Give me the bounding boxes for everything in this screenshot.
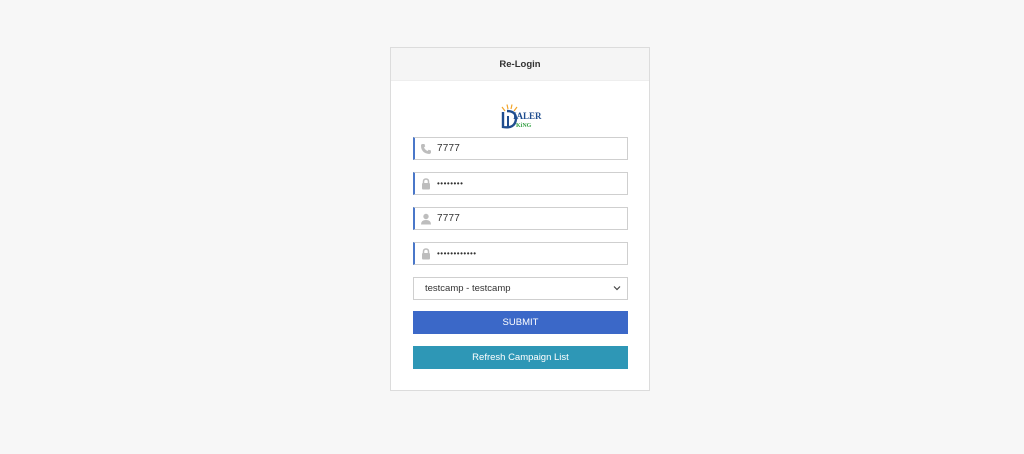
phone-password-value: •••••••• [437, 179, 464, 188]
dialer-king-logo: IALER KiNG [501, 104, 542, 129]
logo-text-sub: KiNG [516, 123, 532, 129]
phone-field[interactable]: 7777 [413, 137, 628, 160]
refresh-campaign-list-button[interactable]: Refresh Campaign List [413, 346, 628, 369]
campaign-select[interactable]: testcamp - testcamp [413, 277, 628, 300]
phone-icon [415, 138, 437, 159]
phone-password-field[interactable]: •••••••• [413, 172, 628, 195]
submit-button-label: SUBMIT [502, 317, 539, 328]
logo-text-main: IALER [513, 111, 542, 121]
page-title: Re-Login [499, 58, 541, 70]
phone-value: 7777 [437, 143, 461, 154]
submit-button[interactable]: SUBMIT [413, 311, 628, 334]
lock-icon [415, 173, 437, 194]
chevron-down-icon [613, 283, 621, 294]
card-header: Re-Login [391, 48, 649, 81]
campaign-select-value: testcamp - testcamp [425, 283, 511, 294]
user-password-field[interactable]: •••••••••••• [413, 242, 628, 265]
user-icon [415, 208, 437, 229]
user-field[interactable]: 7777 [413, 207, 628, 230]
lock-icon [415, 243, 437, 264]
user-password-value: •••••••••••• [437, 249, 477, 258]
relogin-card: Re-Login IALER KiNG 7777 •••••••• 7777 •… [390, 47, 650, 391]
user-value: 7777 [437, 213, 461, 224]
refresh-button-label: Refresh Campaign List [472, 352, 569, 363]
